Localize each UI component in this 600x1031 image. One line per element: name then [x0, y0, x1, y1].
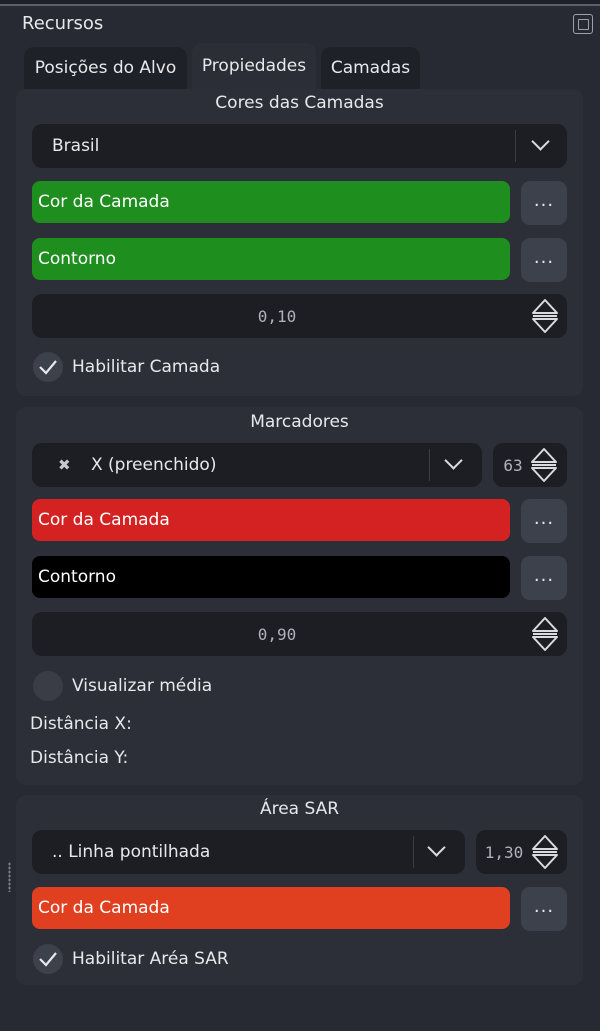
sar-line-style-select[interactable]: .. Linha pontilhada	[32, 830, 465, 874]
enable-layer-checkbox[interactable]	[33, 352, 63, 382]
checkmark-icon	[39, 952, 57, 967]
marker-fill-more-button[interactable]: ...	[521, 499, 567, 543]
layer-fill-color-bar[interactable]: Cor da Camada	[32, 181, 510, 223]
combo-divider	[413, 836, 414, 868]
marker-outline-more-button[interactable]: ...	[521, 556, 567, 600]
spin-arrows-icon[interactable]	[529, 445, 559, 485]
marker-size-value: 63	[503, 455, 523, 475]
combo-divider	[515, 130, 516, 162]
marker-outline-color-bar[interactable]: Contorno	[32, 556, 510, 598]
enable-sar-area-checkbox[interactable]	[33, 944, 63, 974]
layer-fill-more-button[interactable]: ...	[521, 181, 567, 225]
sar-line-style-value: .. Linha pontilhada	[52, 842, 211, 862]
spin-arrows-icon[interactable]	[530, 614, 560, 654]
tab-posicoes-do-alvo[interactable]: Posições do Alvo	[24, 47, 187, 89]
drag-grip-icon[interactable]	[8, 862, 11, 892]
marker-style-value: X (preenchido)	[91, 455, 217, 475]
enable-layer-label: Habilitar Camada	[72, 357, 221, 377]
chevron-down-icon[interactable]	[427, 838, 446, 857]
marker-size-spinbox[interactable]: 63	[493, 443, 567, 487]
float-window-icon[interactable]	[573, 14, 593, 34]
distance-y-label: Distância Y:	[30, 748, 129, 768]
country-select[interactable]: Brasil	[32, 124, 567, 168]
checkmark-icon	[39, 360, 57, 375]
marker-opacity-value: 0,90	[257, 624, 297, 644]
chevron-down-icon[interactable]	[531, 132, 550, 151]
layer-colors-title: Cores das Camadas	[215, 93, 384, 113]
marker-x-icon: ✖	[58, 456, 71, 474]
sar-fill-color-bar[interactable]: Cor da Camada	[32, 887, 510, 929]
spin-arrows-icon[interactable]	[530, 832, 560, 872]
sar-fill-more-button[interactable]: ...	[521, 887, 567, 931]
country-select-value: Brasil	[52, 136, 100, 156]
marker-style-select[interactable]: ✖ X (preenchido)	[32, 443, 482, 487]
tab-camadas[interactable]: Camadas	[321, 47, 420, 89]
dock-title: Recursos	[22, 13, 104, 34]
distance-x-label: Distância X:	[30, 714, 132, 734]
marker-opacity-spinbox[interactable]: 0,90	[32, 612, 567, 656]
show-mean-label: Visualizar média	[72, 676, 213, 696]
marker-fill-color-bar[interactable]: Cor da Camada	[32, 499, 510, 541]
markers-title: Marcadores	[250, 412, 349, 432]
layer-outline-more-button[interactable]: ...	[521, 238, 567, 282]
combo-divider	[429, 449, 430, 481]
sar-area-title: Área SAR	[259, 799, 340, 819]
layer-opacity-value: 0,10	[257, 306, 297, 326]
layer-opacity-spinbox[interactable]: 0,10	[32, 294, 567, 338]
enable-sar-area-label: Habilitar Aréa SAR	[72, 949, 229, 969]
spin-arrows-icon[interactable]	[530, 296, 560, 336]
sar-line-width-value: 1,30	[484, 842, 524, 862]
show-mean-checkbox[interactable]	[33, 671, 63, 701]
sar-line-width-spinbox[interactable]: 1,30	[476, 830, 567, 874]
tab-propiedades[interactable]: Propiedades	[192, 43, 316, 89]
window-top-border	[0, 0, 600, 6]
chevron-down-icon[interactable]	[444, 451, 463, 470]
layer-outline-color-bar[interactable]: Contorno	[32, 238, 510, 280]
